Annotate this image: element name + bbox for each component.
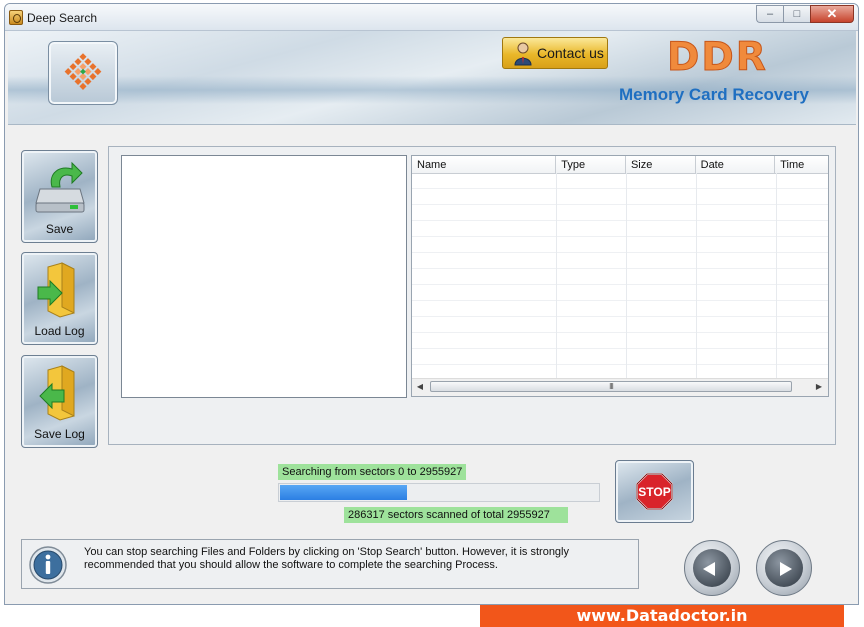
file-list-rows — [412, 173, 828, 380]
stop-sign-icon: STOP — [636, 473, 673, 510]
search-progress-bar — [278, 483, 600, 502]
scanned-total-value: 2955927 — [507, 509, 550, 521]
folder-load-icon — [37, 262, 75, 318]
app-icon — [9, 10, 23, 25]
scroll-right-arrow-icon[interactable]: ▶ — [814, 382, 824, 392]
contact-us-label: Contact us — [537, 45, 604, 61]
back-button[interactable] — [684, 540, 740, 596]
logo-tile — [48, 41, 118, 105]
search-range-status: Searching from sectors 0 to 2955927 — [278, 464, 467, 480]
stop-label: STOP — [638, 485, 670, 499]
stop-search-button[interactable]: STOP — [615, 460, 694, 523]
scanned-sectors-value: 286317 — [348, 509, 385, 521]
load-log-button[interactable]: Load Log — [21, 252, 98, 345]
next-arrow-icon — [765, 549, 803, 587]
horizontal-scrollbar[interactable]: ◀ III ▶ — [412, 378, 828, 396]
title-bar: Deep Search – □ ✕ — [5, 4, 858, 31]
column-header-name[interactable]: Name — [412, 156, 557, 173]
person-icon — [514, 42, 532, 66]
column-header-size[interactable]: Size — [626, 156, 696, 173]
mosaic-logo-icon — [64, 53, 102, 90]
column-header-type[interactable]: Type — [556, 156, 626, 173]
contact-us-button[interactable]: Contact us — [502, 37, 608, 69]
drive-save-icon — [35, 161, 85, 213]
window-controls: – □ ✕ — [756, 5, 854, 24]
minimize-button[interactable]: – — [756, 5, 783, 23]
total-sectors-value: 2955927 — [419, 466, 463, 478]
folder-save-icon — [39, 365, 75, 421]
results-panel: Name Type Size Date Time ◀ III ▶ — [108, 146, 836, 445]
search-range-prefix: Searching from sectors 0 to — [282, 466, 417, 478]
back-arrow-icon — [693, 549, 731, 587]
column-header-time[interactable]: Time — [775, 156, 828, 173]
save-log-button[interactable]: Save Log — [21, 355, 98, 448]
close-button[interactable]: ✕ — [810, 5, 854, 23]
info-message-box: You can stop searching Files and Folders… — [21, 539, 639, 589]
sectors-scanned-status: 286317 sectors scanned of total 2955927 — [344, 507, 568, 523]
maximize-button[interactable]: □ — [783, 5, 810, 23]
column-header-date[interactable]: Date — [696, 156, 776, 173]
scroll-thumb[interactable]: III — [430, 381, 792, 392]
save-label: Save — [45, 222, 74, 236]
info-message-text: You can stop searching Files and Folders… — [84, 546, 569, 571]
search-progress-fill — [280, 485, 407, 500]
save-log-label: Save Log — [34, 427, 85, 441]
file-list-header: Name Type Size Date Time — [412, 156, 828, 174]
file-list[interactable]: Name Type Size Date Time ◀ III ▶ — [411, 155, 829, 397]
website-footer: www.Datadoctor.in — [480, 605, 844, 627]
info-icon — [29, 546, 67, 584]
product-name: Memory Card Recovery — [619, 85, 809, 104]
folder-tree[interactable] — [121, 155, 407, 398]
window-title: Deep Search — [27, 11, 98, 25]
save-button[interactable]: Save — [21, 150, 98, 243]
brand-logo: DDR — [667, 35, 768, 81]
next-button[interactable] — [756, 540, 812, 596]
scroll-left-arrow-icon[interactable]: ◀ — [415, 382, 425, 392]
load-log-label: Load Log — [34, 324, 85, 338]
header-banner: Contact us DDR Memory Card Recovery — [8, 31, 856, 125]
scanned-mid-text: sectors scanned of total — [387, 509, 504, 521]
